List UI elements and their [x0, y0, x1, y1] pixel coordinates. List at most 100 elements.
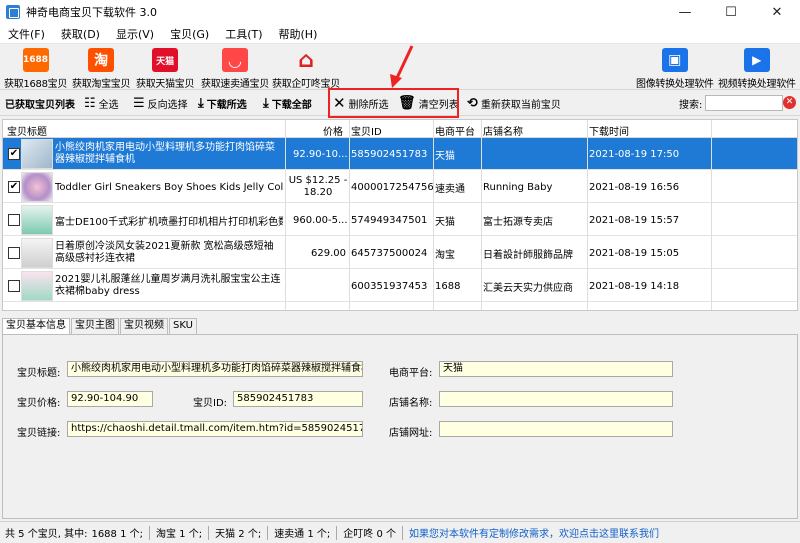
row-checkbox[interactable]: ✔ — [8, 148, 20, 160]
id-field[interactable]: 585902451783 — [233, 391, 363, 407]
menu-view[interactable]: 显示(V) — [108, 26, 162, 42]
status-1688: 1688 1 个; — [91, 529, 143, 540]
cell-time: 2021-08-19 15:05 — [589, 247, 680, 259]
cell-price — [293, 270, 349, 302]
shop-url-field[interactable] — [439, 421, 673, 437]
image-convert-icon: ▣ — [661, 48, 688, 72]
aliexpress-icon: ◡ — [221, 48, 248, 72]
cell-id: 600351937453 — [351, 280, 428, 292]
col-platform[interactable]: 电商平台 — [435, 123, 475, 138]
cell-price: 629.00 — [311, 247, 346, 259]
table-header: 宝贝标题 价格 宝贝ID 电商平台 店铺名称 下载时间 — [3, 120, 797, 138]
cell-title: 富士DE100千式彩扩机喷墨打印机相片打印机彩色数... — [55, 216, 283, 228]
contact-link[interactable]: 如果您对本软件有定制修改需求，欢迎点击这里联系我们 — [409, 525, 659, 540]
cell-time: 2021-08-19 14:18 — [589, 280, 680, 292]
link-field[interactable]: https://chaoshi.detail.tmall.com/item.ht… — [67, 421, 363, 437]
cell-time: 2021-08-19 16:56 — [589, 181, 680, 193]
table-row[interactable]: ✔ 小熊绞肉机家用电动小型料理机多功能打肉馅碎菜器辣椒搅拌辅食机 92.90-1… — [3, 138, 797, 170]
minimize-button[interactable]: — — [662, 0, 708, 24]
download-icon: ⤓ — [198, 95, 204, 111]
select-all-button[interactable]: ☷ 全选 — [84, 94, 119, 112]
row-checkbox[interactable]: ✔ — [8, 181, 20, 193]
product-thumbnail — [21, 205, 53, 235]
image-convert-button[interactable]: ▣ 图像转换处理软件 — [636, 48, 714, 90]
cell-platform: 1688 — [435, 280, 461, 292]
download-selected-button[interactable]: ⤓ 下载所选 — [198, 94, 247, 112]
invert-list-icon: ☰ — [133, 95, 145, 111]
get-qidingdong-button[interactable]: ⌂ 获取企叮咚宝贝 — [272, 48, 340, 91]
status-divider — [402, 525, 404, 540]
search-label: 搜索: — [679, 100, 703, 111]
refresh-icon: ⟲ — [467, 95, 478, 111]
platform-label: 电商平台: — [389, 368, 433, 379]
get-taobao-button[interactable]: 淘 获取淘宝宝贝 — [72, 48, 131, 90]
status-taobao: 淘宝 1 个; — [156, 529, 203, 540]
tab-video[interactable]: 宝贝视频 — [120, 318, 168, 334]
get-aliexpress-button[interactable]: ◡ 获取速卖通宝贝 — [201, 48, 269, 90]
status-qidingdong: 企叮咚 0 个 — [343, 529, 397, 540]
menu-tools[interactable]: 工具(T) — [217, 26, 270, 42]
window-title: 神奇电商宝贝下载软件 3.0 — [26, 6, 157, 19]
invert-selection-button[interactable]: ☰ 反向选择 — [133, 94, 188, 112]
download-all-button[interactable]: ⤓ 下载全部 — [263, 94, 312, 112]
get-1688-button[interactable]: 1688 获取1688宝贝 — [4, 48, 67, 90]
row-checkbox[interactable] — [8, 214, 20, 226]
col-divider — [711, 120, 712, 310]
row-checkbox[interactable] — [8, 247, 20, 259]
col-price[interactable]: 价格 — [323, 123, 343, 138]
col-title[interactable]: 宝贝标题 — [7, 123, 47, 138]
status-bar: 共 5 个宝贝, 其中: 1688 1 个; 淘宝 1 个; 天猫 2 个; 速… — [0, 521, 800, 543]
video-convert-button[interactable]: ▶ 视频转换处理软件 — [718, 48, 796, 90]
col-divider — [285, 120, 286, 310]
price-field[interactable]: 92.90-104.90 — [67, 391, 153, 407]
checklist-icon: ☷ — [84, 95, 96, 111]
cell-shop: 富士拓源专卖店 — [483, 216, 553, 228]
cell-price: 960.00-5... — [293, 214, 348, 226]
product-thumbnail — [21, 238, 53, 268]
maximize-button[interactable]: ☐ — [708, 0, 754, 24]
col-shop[interactable]: 店铺名称 — [483, 123, 523, 138]
shop-field[interactable] — [439, 391, 673, 407]
get-tmall-button[interactable]: 天猫 获取天猫宝贝 — [136, 48, 195, 90]
refetch-button[interactable]: ⟲ 重新获取当前宝贝 — [467, 94, 561, 112]
close-button[interactable]: ✕ — [754, 0, 800, 24]
status-total: 共 5 个宝贝, 其中: — [5, 529, 88, 540]
cell-price: US $12.25 - 18.20 — [288, 175, 348, 198]
tab-sku[interactable]: SKU — [169, 318, 197, 334]
highlight-box — [328, 88, 459, 118]
cell-time: 2021-08-19 15:57 — [589, 214, 680, 226]
table-row[interactable]: 日着原创冷淡风女装2021夏新款 宽松高级感短袖高级感衬衫连衣裙 629.00 … — [3, 237, 797, 269]
item-table: 宝贝标题 价格 宝贝ID 电商平台 店铺名称 下载时间 ✔ 小熊绞肉机家用电动小… — [2, 119, 798, 311]
menu-file[interactable]: 文件(F) — [0, 26, 53, 42]
tab-main-images[interactable]: 宝贝主图 — [71, 318, 119, 334]
status-divider — [336, 525, 338, 540]
tab-basic-info[interactable]: 宝贝基本信息 — [2, 318, 70, 335]
menu-help[interactable]: 帮助(H) — [271, 26, 326, 42]
shop-label: 店铺名称: — [389, 398, 433, 409]
platform-field[interactable]: 天猫 — [439, 361, 673, 377]
clear-search-icon[interactable]: ✕ — [783, 96, 796, 109]
search-input[interactable] — [705, 95, 783, 111]
col-divider — [587, 120, 588, 310]
row-checkbox[interactable] — [8, 280, 20, 292]
title-field[interactable]: 小熊绞肉机家用电动小型料理机多功能打肉馅碎菜器辣椒搅拌辅食机 — [67, 361, 363, 377]
list-label: 已获取宝贝列表 — [5, 99, 75, 111]
app-window: { "window":{"title":"神奇电商宝贝下载软件 3.0","mi… — [0, 0, 800, 543]
cell-shop: 汇美云天实力供应商 — [483, 282, 573, 294]
col-time[interactable]: 下载时间 — [589, 123, 629, 138]
price-label: 宝贝价格: — [17, 398, 61, 409]
shop-url-label: 店铺网址: — [389, 428, 433, 439]
status-tmall: 天猫 2 个; — [215, 529, 262, 540]
status-divider — [208, 525, 210, 540]
download-all-icon: ⤓ — [263, 95, 269, 111]
window-controls: — ☐ ✕ — [662, 0, 800, 24]
menu-fetch[interactable]: 获取(D) — [53, 26, 108, 42]
1688-icon: 1688 — [22, 48, 49, 72]
table-row[interactable]: 富士DE100千式彩扩机喷墨打印机相片打印机彩色数... 960.00-5...… — [3, 204, 797, 236]
col-id[interactable]: 宝贝ID — [351, 123, 382, 138]
table-row[interactable]: ✔ Toddler Girl Sneakers Boy Shoes Kids J… — [3, 171, 797, 203]
video-convert-icon: ▶ — [743, 48, 770, 72]
col-divider — [433, 120, 434, 310]
menu-item[interactable]: 宝贝(G) — [162, 26, 217, 42]
table-row[interactable]: 2021婴儿礼服蓬丝儿童周岁满月洗礼服宝宝公主连衣裙棉baby dress 60… — [3, 270, 797, 302]
